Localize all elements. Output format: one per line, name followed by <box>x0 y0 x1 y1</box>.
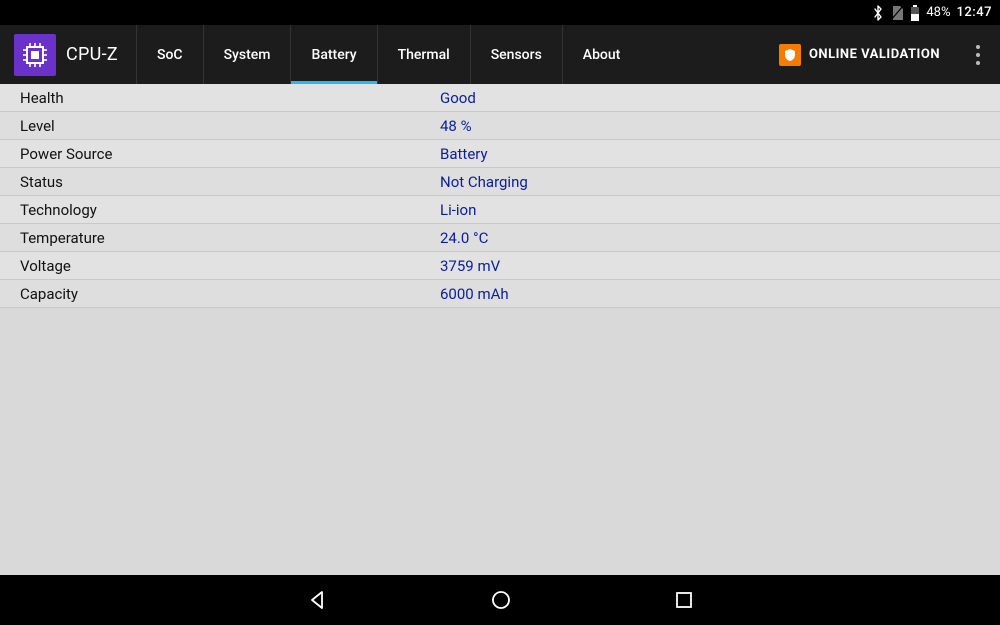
info-value: Good <box>440 89 476 107</box>
no-sim-icon <box>890 5 904 21</box>
battery-percent-text: 48% <box>926 5 950 20</box>
tab-label: About <box>583 47 621 63</box>
info-value: Li-ion <box>440 201 476 219</box>
info-value: 6000 mAh <box>440 285 509 303</box>
info-value: 24.0 °C <box>440 229 488 247</box>
online-validation-label: ONLINE VALIDATION <box>809 47 940 62</box>
app-title: CPU-Z <box>66 44 118 65</box>
overflow-icon <box>976 45 980 65</box>
info-label: Capacity <box>20 285 440 303</box>
info-value: Battery <box>440 145 488 163</box>
info-row: Capacity6000 mAh <box>0 280 1000 308</box>
tab-system[interactable]: System <box>203 25 291 84</box>
overflow-menu-button[interactable] <box>956 25 1000 84</box>
info-row: Temperature24.0 °C <box>0 224 1000 252</box>
info-label: Status <box>20 173 440 191</box>
battery-info-list: HealthGoodLevel48 %Power SourceBatterySt… <box>0 84 1000 575</box>
info-value: Not Charging <box>440 173 528 191</box>
bluetooth-icon <box>872 5 884 21</box>
recent-square-icon <box>673 589 695 611</box>
info-row: Level48 % <box>0 112 1000 140</box>
app-logo-icon <box>14 34 56 76</box>
info-row: StatusNot Charging <box>0 168 1000 196</box>
info-label: Technology <box>20 201 440 219</box>
info-label: Level <box>20 117 440 135</box>
info-value: 3759 mV <box>440 257 500 275</box>
nav-back-button[interactable] <box>305 588 329 612</box>
nav-recent-button[interactable] <box>673 589 695 611</box>
info-value: 48 % <box>440 117 472 135</box>
app-brand: CPU-Z <box>0 25 136 84</box>
online-validation-button[interactable]: ONLINE VALIDATION <box>763 25 956 84</box>
info-row: HealthGood <box>0 84 1000 112</box>
back-triangle-icon <box>305 588 329 612</box>
info-label: Temperature <box>20 229 440 247</box>
tab-label: Thermal <box>398 47 450 63</box>
tab-sensors[interactable]: Sensors <box>470 25 562 84</box>
android-status-bar: 48% 12:47 <box>0 0 1000 25</box>
battery-icon <box>910 5 920 21</box>
tab-label: Battery <box>311 47 356 63</box>
info-row: Voltage3759 mV <box>0 252 1000 280</box>
nav-home-button[interactable] <box>489 588 513 612</box>
tab-bar: SoC System Battery Thermal Sensors About <box>136 25 640 84</box>
tab-about[interactable]: About <box>562 25 641 84</box>
tab-label: System <box>224 47 271 63</box>
info-label: Voltage <box>20 257 440 275</box>
validation-shield-icon <box>779 44 801 66</box>
tab-soc[interactable]: SoC <box>136 25 203 84</box>
clock-text: 12:47 <box>957 5 992 20</box>
tab-battery[interactable]: Battery <box>290 25 376 84</box>
tab-label: SoC <box>157 47 183 63</box>
android-nav-bar <box>0 575 1000 625</box>
info-row: TechnologyLi-ion <box>0 196 1000 224</box>
home-circle-icon <box>489 588 513 612</box>
info-row: Power SourceBattery <box>0 140 1000 168</box>
app-bar: CPU-Z SoC System Battery Thermal Sensors Abou… <box>0 25 1000 84</box>
info-label: Power Source <box>20 145 440 163</box>
tab-label: Sensors <box>491 47 542 63</box>
info-label: Health <box>20 89 440 107</box>
tab-thermal[interactable]: Thermal <box>377 25 470 84</box>
